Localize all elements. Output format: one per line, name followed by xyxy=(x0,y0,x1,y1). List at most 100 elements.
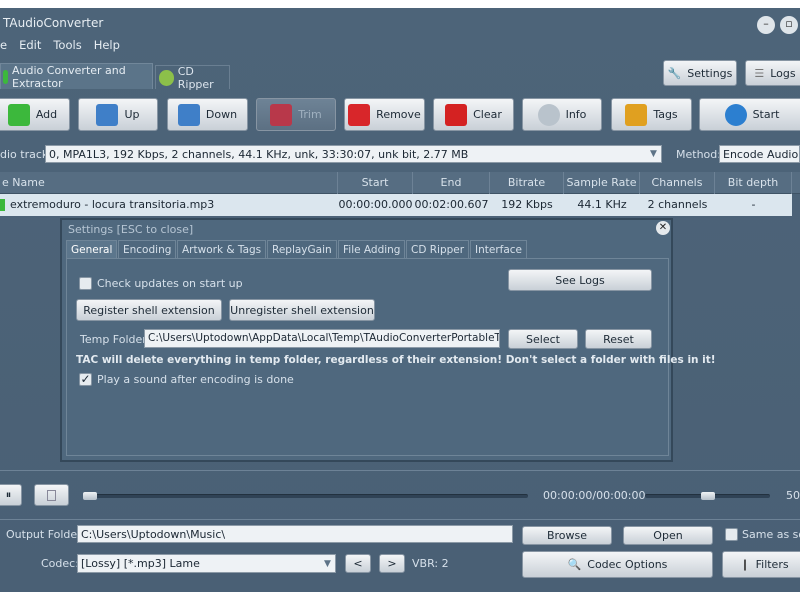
pause-button[interactable]: ⏸ xyxy=(0,484,22,506)
refresh-icon xyxy=(724,103,747,126)
chevron-down-icon[interactable]: ▼ xyxy=(646,146,661,162)
audio-track-select[interactable]: 0, MPA1L3, 192 Kbps, 2 channels, 44.1 KH… xyxy=(45,145,662,163)
codec-select[interactable]: [Lossy] [*.mp3] Lame xyxy=(77,554,336,573)
menu-bar: e Edit Tools Help xyxy=(0,38,120,52)
column-header[interactable]: e Name xyxy=(0,172,338,194)
app-window: TAudioConverter – ▫ e Edit Tools Help Au… xyxy=(0,8,800,592)
check-updates-label: Check updates on start up xyxy=(97,277,243,290)
table-cell: 00:00:00.000 xyxy=(338,198,413,211)
settings-tab-replaygain[interactable]: ReplayGain xyxy=(267,240,337,258)
table-row[interactable]: extremoduro - locura transitoria.mp3 00:0… xyxy=(0,194,792,216)
table-cell: 192 Kbps xyxy=(501,198,553,211)
open-button[interactable]: Open xyxy=(623,526,713,545)
prev-codec-button[interactable]: < xyxy=(345,554,371,573)
stop-button[interactable] xyxy=(34,484,69,506)
settings-tab-file-adding[interactable]: File Adding xyxy=(338,240,406,258)
audio-file-icon xyxy=(3,69,8,84)
trim-button[interactable]: Trim xyxy=(256,98,336,131)
vbr-label: VBR: 2 xyxy=(412,557,449,570)
select-button[interactable]: Select xyxy=(508,329,578,349)
document-icon: ☰ xyxy=(754,66,765,80)
settings-tab-general[interactable]: General xyxy=(66,240,118,258)
close-icon[interactable]: ✕ xyxy=(656,221,670,235)
filters-button[interactable]: ❙ Filters xyxy=(722,551,800,578)
temp-folder-warning: TAC will delete everything in temp folde… xyxy=(76,354,716,366)
output-folder-label: Output Folder: xyxy=(6,528,86,541)
menu-file[interactable]: e xyxy=(0,38,7,52)
temp-folder-input[interactable]: C:\Users\Uptodown\AppData\Local\Temp\TAu… xyxy=(144,329,500,348)
method-label: Method: xyxy=(676,148,721,161)
column-header[interactable]: Channels xyxy=(640,172,715,194)
up-button[interactable]: Up xyxy=(78,98,158,131)
settings-tab-cd-ripper[interactable]: CD Ripper xyxy=(406,240,470,258)
pause-icon: ⏸ xyxy=(5,488,12,501)
divider xyxy=(0,470,800,471)
volume-thumb[interactable] xyxy=(700,492,715,500)
unregister-shell-button[interactable]: Unregister shell extension xyxy=(229,299,375,321)
temp-folder-label: Temp Folder: xyxy=(80,333,151,346)
column-header[interactable]: End xyxy=(413,172,490,194)
arrow-up-icon xyxy=(96,103,119,126)
codec-label: Codec: xyxy=(41,557,79,570)
see-logs-button[interactable]: See Logs xyxy=(508,269,652,291)
next-codec-button[interactable]: > xyxy=(379,554,405,573)
remove-button[interactable]: Remove xyxy=(344,98,425,131)
audio-file-icon xyxy=(0,199,5,211)
volume-slider[interactable] xyxy=(645,492,770,500)
speaker-icon: 🔍 xyxy=(567,558,582,571)
menu-tools[interactable]: Tools xyxy=(53,38,81,52)
position-slider[interactable] xyxy=(83,492,528,500)
window-title: TAudioConverter xyxy=(3,16,104,30)
cd-music-icon xyxy=(159,69,174,86)
menu-help[interactable]: Help xyxy=(94,38,120,52)
down-button[interactable]: Down xyxy=(167,98,248,131)
logs-button[interactable]: ☰ Logs xyxy=(745,60,800,86)
register-shell-button[interactable]: Register shell extension xyxy=(76,299,222,321)
pencil-icon xyxy=(625,103,648,126)
column-header[interactable]: Start xyxy=(338,172,413,194)
remove-icon xyxy=(348,103,371,126)
position-thumb[interactable] xyxy=(83,492,97,500)
table-cell: extremoduro - locura transitoria.mp3 xyxy=(10,198,215,211)
column-header[interactable]: Bit depth xyxy=(715,172,792,194)
add-button[interactable]: Add xyxy=(0,98,70,131)
output-folder-input[interactable]: C:\Users\Uptodown\Music\ xyxy=(77,525,513,543)
settings-tab-artwork-tags[interactable]: Artwork & Tags xyxy=(177,240,267,258)
same-as-source-label: Same as source xyxy=(742,528,800,541)
column-header[interactable]: Sample Rate xyxy=(564,172,640,194)
table-cell: 2 channels xyxy=(647,198,708,211)
table-header: e Name Start End Bitrate Sample Rate Channels… xyxy=(0,172,800,194)
dialog-title: Settings [ESC to close] xyxy=(68,223,194,236)
play-sound-label: Play a sound after encoding is done xyxy=(97,373,294,386)
settings-button[interactable]: 🔧 Settings xyxy=(663,60,737,86)
chevron-down-icon[interactable]: ▼ xyxy=(320,556,335,572)
play-sound-checkbox[interactable]: ✓ xyxy=(79,373,92,386)
minimize-button[interactable]: – xyxy=(757,16,775,34)
divider xyxy=(0,519,800,520)
column-header[interactable]: Bitrate xyxy=(490,172,564,194)
trash-icon xyxy=(445,103,468,126)
clear-button[interactable]: Clear xyxy=(433,98,514,131)
info-button[interactable]: Info xyxy=(522,98,602,131)
same-as-source-checkbox[interactable] xyxy=(725,528,738,541)
menu-edit[interactable]: Edit xyxy=(19,38,41,52)
settings-tab-interface[interactable]: Interface xyxy=(470,240,528,258)
method-select[interactable]: Encode Audio xyxy=(719,145,800,163)
settings-dialog: Settings [ESC to close] ✕ General Encodin… xyxy=(60,218,716,462)
start-button[interactable]: Start xyxy=(699,98,800,131)
tab-audio-converter[interactable]: Audio Converter and Extractor xyxy=(0,63,153,90)
microphone-icon: ❙ xyxy=(740,558,750,571)
check-updates-checkbox[interactable] xyxy=(79,277,92,290)
tags-button[interactable]: Tags xyxy=(611,98,692,131)
codec-options-button[interactable]: 🔍 Codec Options xyxy=(522,551,713,578)
tab-cd-ripper[interactable]: CD Ripper xyxy=(155,65,230,91)
maximize-button[interactable]: ▫ xyxy=(780,16,798,34)
volume-label: 50% xyxy=(786,489,800,502)
settings-tabs: General Encoding Artwork & Tags ReplayGain F… xyxy=(66,240,666,258)
settings-tab-encoding[interactable]: Encoding xyxy=(118,240,177,258)
scissors-icon xyxy=(270,103,293,126)
table-cell: - xyxy=(751,198,756,211)
reset-button[interactable]: Reset xyxy=(585,329,652,349)
time-display: 00:00:00/00:00:00 xyxy=(543,489,646,502)
browse-button[interactable]: Browse xyxy=(522,526,612,545)
